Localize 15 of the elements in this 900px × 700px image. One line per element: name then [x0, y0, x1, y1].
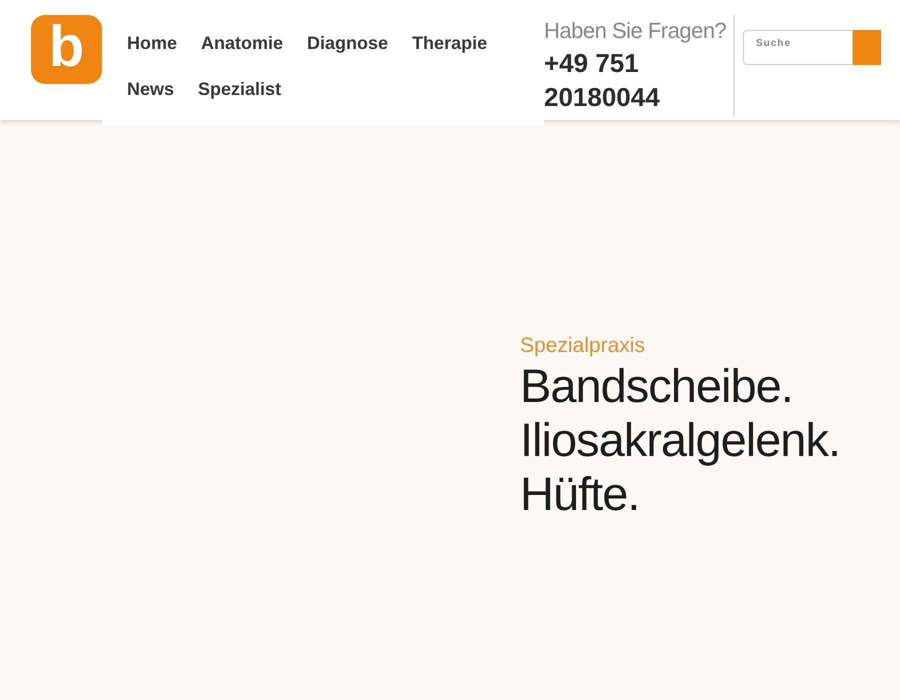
nav-link[interactable]: Spezialist — [198, 75, 282, 103]
phone-number[interactable]: 20180044 — [544, 80, 733, 114]
search-field[interactable]: Suche — [743, 30, 853, 65]
contact-question: Haben Sie Fragen? — [544, 17, 728, 45]
search-button[interactable] — [853, 30, 881, 65]
nav-link[interactable]: Therapie — [412, 29, 488, 57]
headline: Iliosakralgelenk. — [520, 413, 842, 467]
nav-link[interactable]: Anatomie — [201, 29, 284, 57]
nav-link[interactable]: Home — [127, 29, 178, 57]
headline: Bandscheibe. — [520, 359, 794, 413]
headline: Hüfte. — [520, 467, 640, 521]
nav-link[interactable]: Diagnose — [307, 29, 388, 57]
eyebrow-text: Spezialpraxis — [520, 333, 646, 359]
nav-link[interactable]: News — [127, 75, 174, 103]
phone-number[interactable]: +49 751 — [544, 46, 733, 80]
